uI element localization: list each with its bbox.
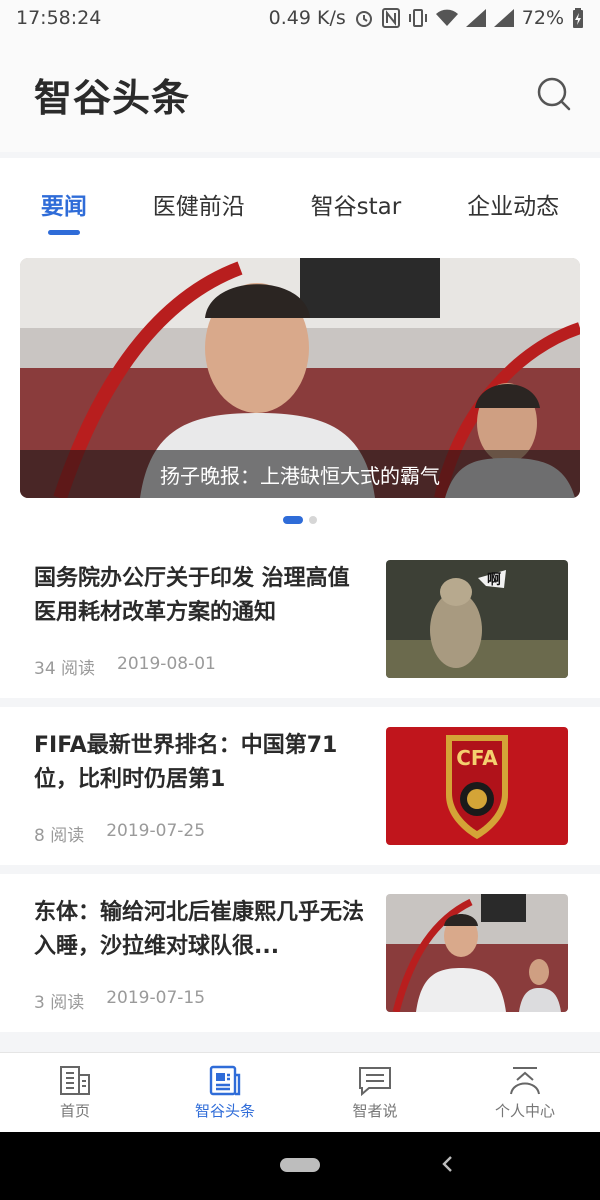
vibrate-icon xyxy=(408,9,427,27)
tabbar-item-talks[interactable]: 智者说 xyxy=(300,1053,450,1132)
network-speed: 0.49 K/s xyxy=(268,7,346,29)
wifi-icon xyxy=(435,9,458,26)
thumb-text: 啊 xyxy=(487,572,501,588)
tab-company[interactable]: 企业动态 xyxy=(463,179,563,229)
building-icon xyxy=(60,1066,90,1095)
news-meta: 34 阅读 2019-08-01 xyxy=(34,654,216,679)
tab-medical[interactable]: 医健前沿 xyxy=(149,179,249,229)
tab-label: 企业动态 xyxy=(467,194,560,220)
carousel-dot[interactable] xyxy=(309,516,317,524)
news-meta: 3 阅读 2019-07-15 xyxy=(34,988,205,1013)
status-icons: 0.49 K/s 72% xyxy=(269,7,584,29)
news-title: FIFA最新世界排名：中国第71位，比利时仍居第1 xyxy=(34,733,338,792)
tabbar-label: 智者说 xyxy=(352,1102,398,1120)
battery-percent: 72% xyxy=(521,7,564,29)
tab-label: 智谷star xyxy=(310,194,402,220)
search-icon[interactable] xyxy=(536,76,572,112)
publish-date: 2019-07-25 xyxy=(106,821,206,841)
news-title: 东体：输给河北后崔康熙几乎无法入睡，沙拉维对球队很... xyxy=(34,900,365,959)
chat-icon xyxy=(359,1067,391,1096)
news-title: 国务院办公厅关于印发 治理高值医用耗材改革方案的通知 xyxy=(34,566,350,625)
bottom-tab-bar: 首页 智谷头条 智者说 个人中心 xyxy=(0,1052,600,1132)
back-icon[interactable] xyxy=(440,1154,454,1174)
banner-caption: 扬子晚报：上港缺恒大式的霸气 xyxy=(20,450,580,498)
read-count: 8 阅读 xyxy=(34,826,85,846)
publish-date: 2019-08-01 xyxy=(117,654,216,674)
publish-date: 2019-07-15 xyxy=(106,988,206,1008)
news-meta: 8 阅读 2019-07-25 xyxy=(34,821,205,846)
tabbar-label: 首页 xyxy=(59,1102,90,1120)
newspaper-icon xyxy=(209,1065,241,1096)
banner-carousel: 扬子晚报：上港缺恒大式的霸气 xyxy=(0,250,600,540)
list-item[interactable]: 东体：输给河北后崔康熙几乎无法入睡，沙拉维对球队很... 3 阅读 2019-0… xyxy=(0,874,600,1032)
tabbar-item-home[interactable]: 首页 xyxy=(0,1053,150,1132)
page-title: 智谷头条 xyxy=(34,75,191,120)
tab-indicator xyxy=(47,230,80,235)
status-time: 17:58:24 xyxy=(16,7,102,29)
list-item[interactable]: FIFA最新世界排名：中国第71位，比利时仍居第1 8 阅读 2019-07-2… xyxy=(0,707,600,865)
news-thumbnail: CFA xyxy=(386,727,568,845)
carousel-dot-active[interactable] xyxy=(283,516,303,524)
status-bar: 17:58:24 0.49 K/s 72% xyxy=(0,0,600,36)
marmot-image: 啊 xyxy=(386,560,568,678)
tabbar-item-headlines[interactable]: 智谷头条 xyxy=(150,1053,300,1132)
news-thumbnail: 啊 xyxy=(386,560,568,678)
tab-label: 要闻 xyxy=(40,194,87,220)
tabbar-item-profile[interactable]: 个人中心 xyxy=(450,1053,600,1132)
list-item[interactable]: 国务院办公厅关于印发 治理高值医用耗材改革方案的通知 34 阅读 2019-08… xyxy=(0,540,600,698)
system-nav-bar xyxy=(0,1132,600,1200)
battery-icon xyxy=(573,8,583,28)
tab-star[interactable]: 智谷star xyxy=(307,179,406,229)
cfa-text: CFA xyxy=(456,746,498,770)
read-count: 34 阅读 xyxy=(34,659,96,679)
app-header: 智谷头条 xyxy=(0,36,600,152)
home-pill[interactable] xyxy=(280,1158,320,1172)
tab-news[interactable]: 要闻 xyxy=(37,179,91,235)
alarm-icon xyxy=(355,11,372,27)
tabbar-label: 个人中心 xyxy=(494,1102,555,1120)
nfc-icon xyxy=(381,8,400,28)
person-icon xyxy=(510,1067,540,1095)
cfa-logo: CFA xyxy=(386,727,568,845)
news-thumbnail xyxy=(386,894,568,1012)
tab-label: 医健前沿 xyxy=(152,194,245,220)
tabbar-label: 智谷头条 xyxy=(194,1102,255,1120)
signal-icon xyxy=(465,9,486,27)
read-count: 3 阅读 xyxy=(34,993,85,1013)
signal-icon-2 xyxy=(493,9,514,27)
banner-slide[interactable]: 扬子晚报：上港缺恒大式的霸气 xyxy=(20,258,580,498)
category-tabs: 要闻 医健前沿 智谷star 企业动态 xyxy=(0,158,600,250)
carousel-dots xyxy=(0,516,600,524)
coach-photo xyxy=(386,894,568,1012)
